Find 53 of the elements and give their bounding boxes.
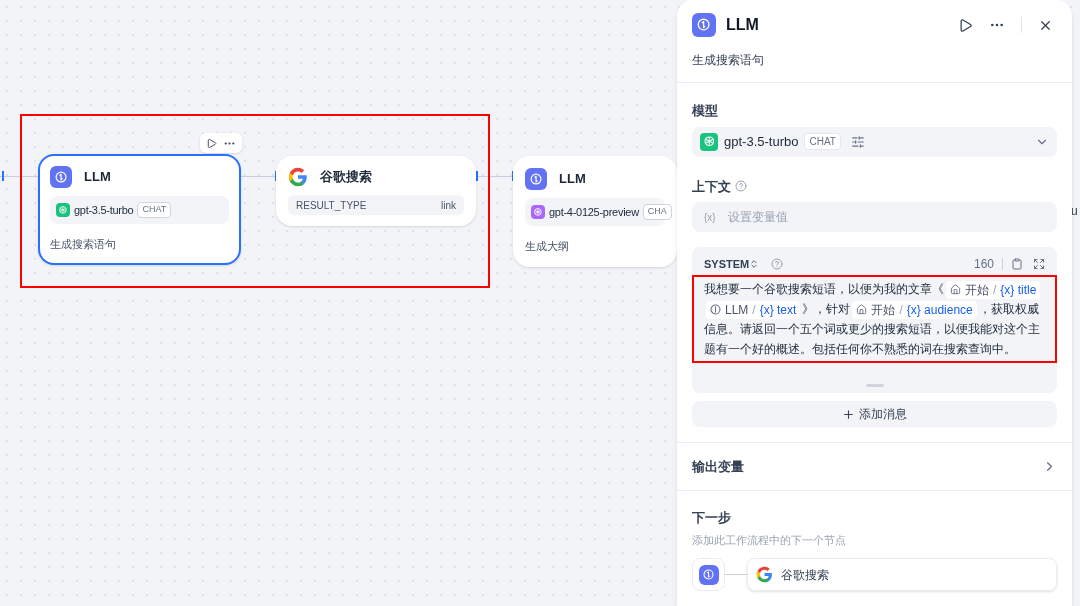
- llm-node-icon: [525, 168, 547, 190]
- plus-icon: [842, 407, 855, 421]
- resize-handle[interactable]: [865, 384, 884, 387]
- expand-icon[interactable]: [1033, 258, 1045, 270]
- panel-description: 生成搜索语句: [691, 52, 765, 69]
- variable-input[interactable]: 设置变量值: [727, 208, 1045, 226]
- run-icon[interactable]: [958, 17, 973, 33]
- llm-icon: [710, 304, 721, 316]
- model-icon: [700, 132, 718, 151]
- google-icon: [756, 566, 773, 583]
- run-icon[interactable]: [206, 137, 217, 149]
- next-node-card[interactable]: 谷歌搜索: [747, 558, 1057, 591]
- node-title-fragment: u: [1071, 203, 1078, 220]
- token-count: 160: [973, 256, 994, 273]
- model-select[interactable]: gpt-3.5-turbo CHAT: [692, 126, 1057, 157]
- param-name: RESULT_TYPE: [296, 198, 367, 213]
- llm-icon: [692, 13, 716, 37]
- role-select[interactable]: SYSTEM: [704, 255, 760, 273]
- variable-icon: {x}: [704, 209, 716, 225]
- param-value: link: [441, 198, 456, 213]
- connector-handle[interactable]: [2, 171, 4, 181]
- variable-chip[interactable]: 开始 / {x} audience: [852, 300, 977, 319]
- variable-chip[interactable]: 开始 / {x} title: [946, 280, 1041, 299]
- home-icon: [950, 284, 961, 296]
- home-icon: [856, 304, 868, 316]
- section-label: 模型: [692, 102, 719, 120]
- prompt-text[interactable]: 我想要一个谷歌搜索短语，以便为我的文章《 开始 / {x} title LLM / {x} text 》，针对 开始 / {x} audience ，获取权威信息。请返回一个五个词或更少的搜索短语，以便我能对这个主题有一个好的概述。包括任何你不熟悉的词在搜索查询中。: [704, 279, 1045, 359]
- variable-chip[interactable]: LLM / {x} text: [706, 300, 801, 319]
- llm-node[interactable]: LLM gpt-4-0125-preview CHA 生成大纲: [513, 156, 677, 267]
- google-icon: [288, 167, 308, 187]
- panel-title: LLM: [726, 15, 759, 35]
- mode-tag: CHAT: [137, 202, 172, 218]
- add-message-button[interactable]: 添加消息: [692, 401, 1057, 427]
- section-label: 下一步: [692, 509, 732, 527]
- model-chip: gpt-3.5-turbo CHAT: [50, 196, 229, 224]
- parameters-icon[interactable]: [850, 134, 865, 149]
- llm-node-icon: [50, 166, 72, 188]
- llm-node[interactable]: LLM gpt-3.5-turbo CHAT 生成搜索语句: [38, 154, 241, 265]
- mode-tag: CHAT: [804, 133, 841, 150]
- section-hint: 添加此工作流程中的下一个节点: [692, 532, 847, 548]
- sort-icon: [749, 259, 760, 269]
- node-title: LLM: [84, 168, 111, 187]
- section-label: 上下文: [692, 177, 731, 196]
- node-title: LLM: [559, 170, 586, 189]
- copy-icon[interactable]: [1011, 258, 1023, 270]
- mode-tag: CHA: [642, 204, 672, 220]
- connector-handle[interactable]: [476, 171, 478, 181]
- node-title: 谷歌搜索: [320, 168, 372, 187]
- llm-node-icon: [698, 564, 719, 585]
- output-variables-row[interactable]: 输出变量: [677, 443, 1072, 490]
- node-description: 生成大纲: [525, 239, 570, 254]
- node-description: 生成搜索语句: [50, 237, 117, 252]
- google-search-node[interactable]: 谷歌搜索 RESULT_TYPE link: [276, 156, 476, 226]
